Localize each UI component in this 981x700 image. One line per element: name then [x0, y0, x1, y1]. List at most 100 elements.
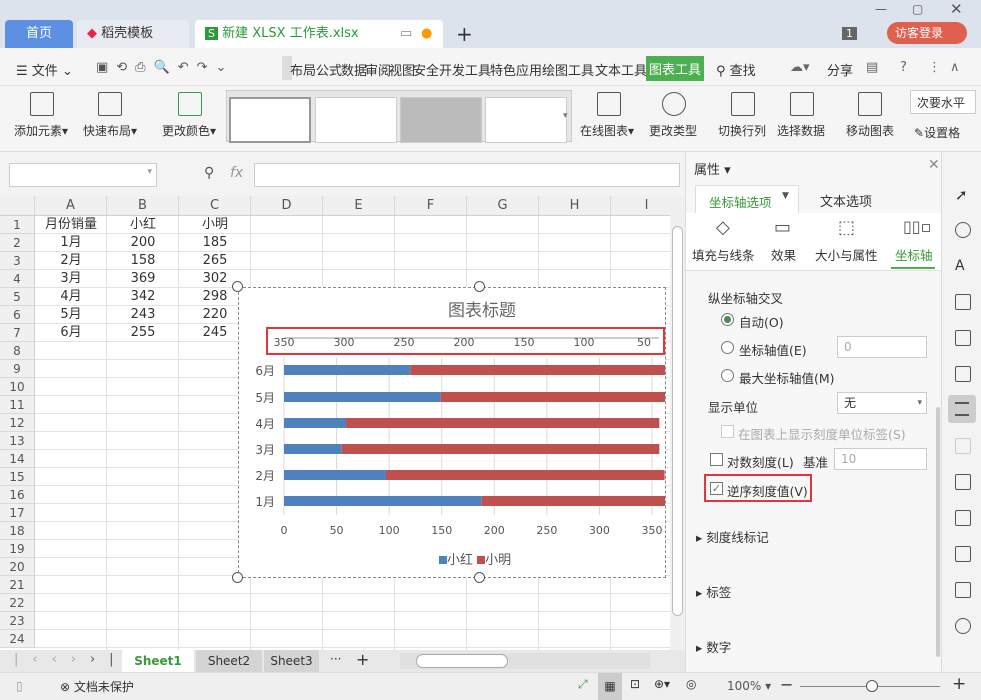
cell[interactable]: 255: [107, 324, 179, 342]
change-type-button[interactable]: 更改类型: [649, 122, 697, 139]
chart-style-2[interactable]: [315, 97, 397, 143]
cell[interactable]: 月份销量: [35, 216, 107, 234]
section-labels[interactable]: ▸ 标签: [696, 582, 731, 601]
resize-handle[interactable]: [232, 572, 243, 583]
subtab-fill-line[interactable]: 填充与线条: [692, 245, 755, 264]
sheet-tab-1[interactable]: Sheet1: [122, 650, 194, 672]
cell[interactable]: 158: [107, 252, 179, 270]
radio-max-value[interactable]: [721, 369, 734, 382]
sheet-nav-buttons[interactable]: |‹‹››|: [14, 652, 128, 667]
move-chart-button[interactable]: 移动图表: [846, 122, 894, 139]
cell[interactable]: 200: [107, 234, 179, 252]
radio-auto-label[interactable]: 自动(O): [739, 312, 784, 331]
section-number[interactable]: ▸ 数字: [696, 637, 731, 656]
subtab-size-properties[interactable]: 大小与属性: [815, 245, 878, 264]
row-header[interactable]: 18: [0, 522, 35, 540]
chart-style-4[interactable]: [485, 97, 567, 143]
column-header[interactable]: D: [251, 196, 323, 216]
cell[interactable]: 265: [179, 252, 251, 270]
row-header[interactable]: 7: [0, 324, 35, 342]
cell[interactable]: 小红: [107, 216, 179, 234]
macro-icon[interactable]: ▯: [16, 679, 23, 693]
page-layout-view-icon[interactable]: ⊕▾: [654, 677, 670, 691]
row-header[interactable]: 6: [0, 306, 35, 324]
column-header[interactable]: F: [395, 196, 467, 216]
quick-layout-button[interactable]: 快速布局▾: [83, 122, 137, 139]
sheet-tab-3[interactable]: Sheet3: [264, 650, 319, 672]
cell[interactable]: 3月: [35, 270, 107, 288]
cell[interactable]: 6月: [35, 324, 107, 342]
column-header[interactable]: B: [107, 196, 179, 216]
zoom-out-button[interactable]: −: [780, 675, 793, 694]
chart-legend[interactable]: 小红 小明: [439, 549, 511, 568]
picture-icon[interactable]: [955, 582, 971, 598]
menu-item-data[interactable]: 数据: [341, 60, 367, 79]
menu-file[interactable]: ☰ 文件 ⌄: [16, 60, 73, 79]
gallery-more-icon[interactable]: ▾: [563, 111, 568, 121]
archive-icon[interactable]: [955, 546, 971, 562]
cell[interactable]: 2月: [35, 252, 107, 270]
row-header[interactable]: 13: [0, 432, 35, 450]
radio-axis-value[interactable]: [721, 341, 734, 354]
online-chart-button[interactable]: 在线图表▾: [580, 122, 634, 139]
row-header[interactable]: 5: [0, 288, 35, 306]
zoom-in-button[interactable]: +: [952, 674, 966, 694]
row-header[interactable]: 24: [0, 630, 35, 648]
column-header[interactable]: A: [35, 196, 107, 216]
row-header[interactable]: 11: [0, 396, 35, 414]
fx-icon[interactable]: fx: [230, 165, 243, 181]
more-icon[interactable]: ⋮: [928, 60, 941, 75]
quick-access-icons[interactable]: ▣⟲⎙🔍↶↷⌄: [96, 60, 234, 75]
column-header[interactable]: H: [539, 196, 611, 216]
cell[interactable]: 342: [107, 288, 179, 306]
change-color-button[interactable]: 更改颜色▾: [162, 122, 216, 139]
chart-element-select[interactable]: 次要水平: [910, 90, 976, 114]
minimize-button[interactable]: —: [875, 2, 887, 16]
row-header[interactable]: 20: [0, 558, 35, 576]
scrollbar-thumb[interactable]: [672, 226, 683, 616]
resize-handle[interactable]: [474, 281, 485, 292]
fullscreen-icon[interactable]: ⤢: [578, 677, 588, 692]
row-header[interactable]: 23: [0, 612, 35, 630]
cell[interactable]: 369: [107, 270, 179, 288]
log-scale-label[interactable]: 对数刻度(L): [727, 452, 794, 471]
panel-scrollbar[interactable]: [936, 407, 940, 657]
row-header[interactable]: 4: [0, 270, 35, 288]
comment-icon[interactable]: ▤: [866, 60, 878, 75]
chart-style-1[interactable]: [229, 97, 311, 143]
select-all-corner[interactable]: [0, 196, 35, 216]
tab-axis-options[interactable]: 坐标轴选项 ▼: [695, 185, 799, 213]
section-tick-marks[interactable]: ▸ 刻度线标记: [696, 527, 769, 546]
row-header[interactable]: 12: [0, 414, 35, 432]
help-icon[interactable]: ?: [900, 60, 907, 75]
grid-apps-icon[interactable]: [955, 330, 971, 346]
row-header[interactable]: 8: [0, 342, 35, 360]
row-header[interactable]: 3: [0, 252, 35, 270]
menu-item-layout[interactable]: 布局: [290, 60, 316, 79]
row-header[interactable]: 22: [0, 594, 35, 612]
select-data-button[interactable]: 选择数据: [777, 122, 825, 139]
radio-auto[interactable]: [721, 313, 734, 326]
panel-close-icon[interactable]: ✕: [928, 157, 940, 173]
add-element-button[interactable]: 添加元素▾: [14, 122, 68, 139]
protect-status[interactable]: ⊗ 文档未保护: [60, 678, 134, 695]
vertical-scrollbar[interactable]: [670, 196, 685, 650]
subtab-axis[interactable]: 坐标轴: [895, 245, 933, 264]
row-header[interactable]: 1: [0, 216, 35, 234]
cell[interactable]: 4月: [35, 288, 107, 306]
switch-row-col-button[interactable]: 切换行列: [718, 122, 766, 139]
format-settings-button[interactable]: ✎设置格: [914, 124, 960, 141]
table-icon[interactable]: [955, 294, 971, 310]
add-sheet-button[interactable]: +: [356, 650, 369, 669]
column-header[interactable]: C: [179, 196, 251, 216]
log-scale-checkbox[interactable]: [710, 453, 723, 466]
shapes-icon[interactable]: [955, 222, 971, 238]
row-header[interactable]: 15: [0, 468, 35, 486]
row-header[interactable]: 21: [0, 576, 35, 594]
page-break-view-icon[interactable]: ⊡: [630, 677, 640, 691]
properties-toggle[interactable]: [948, 395, 976, 423]
row-header[interactable]: 16: [0, 486, 35, 504]
tab-home[interactable]: 首页: [5, 20, 73, 48]
axis-value-input[interactable]: 0: [837, 336, 927, 358]
maximize-button[interactable]: ▢: [912, 2, 923, 16]
